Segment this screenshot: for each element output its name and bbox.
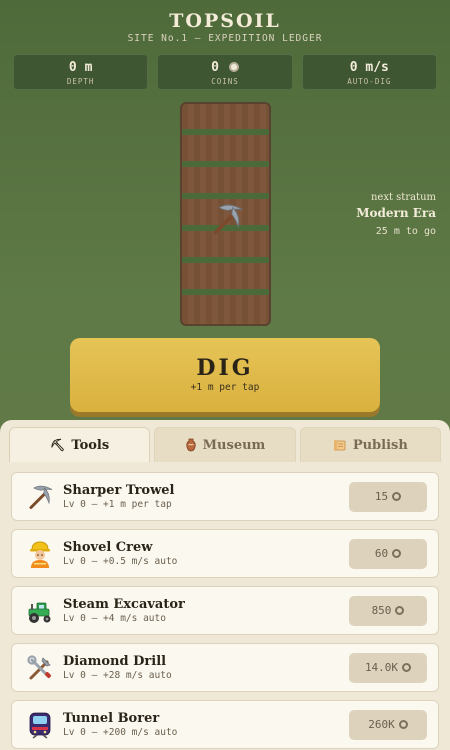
shop-item-diamond-drill[interactable]: Diamond Drill Lv 0 — +28 m/s auto 14.0K [11,643,439,692]
shop-item-desc: Lv 0 — +0.5 m/s auto [63,556,178,567]
tab-tools[interactable]: ⛏ Tools [9,427,151,462]
strata-line [182,129,269,135]
buy-button[interactable]: 14.0K [349,652,427,683]
pickaxe-icon [213,204,243,235]
shop-item-text: Diamond Drill Lv 0 — +28 m/s auto [63,654,349,681]
buy-button[interactable]: 260K [349,709,427,740]
train-icon [29,712,51,739]
price-value: 260K [368,718,395,731]
depth-label: DEPTH [66,77,95,86]
shop-list: Sharper Trowel Lv 0 — +1 m per tap 15 Sh… [0,462,450,749]
shop-item-name: Diamond Drill [63,654,167,669]
strata-line [182,193,269,199]
shop-item-name: Sharper Trowel [63,483,175,498]
shop-panel: ⛏ Tools Museum Publish Sharper Trowel Lv… [0,420,450,750]
shop-item-tunnel-borer[interactable]: Tunnel Borer Lv 0 — +200 m/s auto 260K [11,700,439,749]
buy-button[interactable]: 60 [349,538,427,569]
dig-button[interactable]: DIG +1 m per tap [70,338,380,412]
price-value: 60 [374,547,389,560]
tab-tools-label: Tools [71,437,110,453]
coins-label: COINS [211,77,239,86]
header: TOPSOIL SITE No.1 — EXPEDITION LEDGER [0,0,450,44]
next-stratum-name: Modern Era [356,206,436,220]
strata-line [182,257,269,263]
auto-dig-value: 0 m/s [349,60,389,75]
coin-icon [228,61,239,72]
shop-item-text: Sharper Trowel Lv 0 — +1 m per tap [63,483,349,510]
coin-icon [392,492,402,501]
coin-icon [395,606,405,615]
buy-button[interactable]: 15 [349,481,427,512]
dig-button-sublabel: +1 m per tap [190,382,260,393]
tools-icon [27,654,52,679]
tab-publish-label: Publish [352,437,408,453]
tab-museum-label: Museum [202,437,266,453]
stat-coins: 0 COINS [157,54,293,90]
stat-depth: 0 m DEPTH [13,54,149,90]
shop-item-name: Tunnel Borer [63,711,160,726]
next-stratum-label: next stratum [370,192,436,203]
coin-icon [398,720,408,729]
stat-auto-dig: 0 m/s AUTO-DIG [301,54,437,90]
tractor-icon [28,602,51,623]
shop-item-desc: Lv 0 — +200 m/s auto [63,727,178,738]
price-value: 15 [374,490,389,503]
coins-value-row: 0 [158,60,291,75]
shop-item-name: Shovel Crew [63,540,153,555]
game-title: TOPSOIL [169,10,281,32]
shop-item-text: Steam Excavator Lv 0 — +4 m/s auto [63,597,349,624]
strata-line [182,161,269,167]
shop-item-shovel-crew[interactable]: Shovel Crew Lv 0 — +0.5 m/s auto 60 [11,529,439,578]
scroll-icon [333,439,346,451]
dig-shaft[interactable] [180,102,271,326]
pickaxe-icon: ⛏ [50,438,66,452]
tab-bar: ⛏ Tools Museum Publish [0,420,450,462]
strata-line [182,289,269,295]
next-stratum-distance: 25 m to go [375,226,436,237]
coins-value: 0 [211,60,219,75]
shop-item-name: Steam Excavator [63,597,185,612]
tab-museum[interactable]: Museum [154,427,296,462]
price-value: 850 [371,604,392,617]
coin-icon [402,663,412,672]
vase-icon [186,438,196,452]
buy-button[interactable]: 850 [349,595,427,626]
shop-item-desc: Lv 0 — +1 m per tap [63,499,172,510]
pickaxe-icon [29,485,53,509]
construction-worker-icon [30,540,50,568]
shop-item-steam-excavator[interactable]: Steam Excavator Lv 0 — +4 m/s auto 850 [11,586,439,635]
shop-item-text: Tunnel Borer Lv 0 — +200 m/s auto [63,711,349,738]
shop-item-sharper-trowel[interactable]: Sharper Trowel Lv 0 — +1 m per tap 15 [11,472,439,521]
stats-bar: 0 m DEPTH 0 COINS 0 m/s AUTO-DIG [0,54,450,90]
next-stratum: next stratum Modern Era 25 m to go [356,192,436,237]
auto-dig-label: AUTO-DIG [347,77,392,86]
dig-button-label: DIG [196,355,254,381]
game-subtitle: SITE No.1 — EXPEDITION LEDGER [127,33,323,44]
shop-item-desc: Lv 0 — +4 m/s auto [63,613,166,624]
coin-icon [392,549,402,558]
shop-item-text: Shovel Crew Lv 0 — +0.5 m/s auto [63,540,349,567]
depth-value: 0 m [68,60,93,75]
shop-item-desc: Lv 0 — +28 m/s auto [63,670,172,681]
tab-publish[interactable]: Publish [299,427,441,462]
price-value: 14.0K [364,661,399,674]
